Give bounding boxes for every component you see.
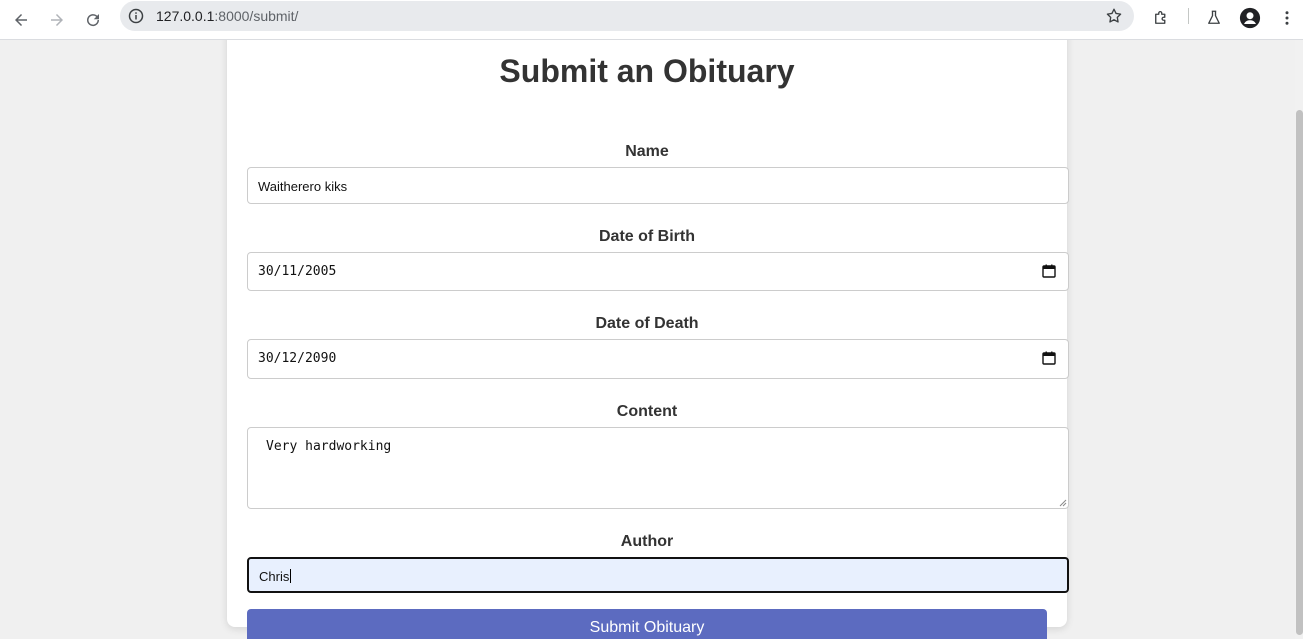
site-info-icon[interactable] <box>126 6 146 26</box>
dob-value: 30/11/2005 <box>258 264 337 279</box>
back-button[interactable] <box>5 4 37 36</box>
page-title: Submit an Obituary <box>499 53 795 89</box>
bookmark-star-icon[interactable] <box>1104 6 1124 26</box>
scrollbar-thumb[interactable] <box>1296 110 1303 635</box>
arrow-left-icon <box>15 14 27 26</box>
forward-button[interactable] <box>41 4 73 36</box>
text-caret <box>290 569 292 583</box>
content-textarea[interactable]: Very hardworking <box>247 427 1069 509</box>
name-label: Name <box>625 143 669 160</box>
resize-handle-icon[interactable] <box>1059 499 1067 507</box>
calendar-icon[interactable] <box>1042 264 1056 278</box>
reload-icon <box>87 14 100 27</box>
avatar-icon <box>1239 7 1261 29</box>
extensions-button[interactable] <box>1147 4 1175 32</box>
url-host: 127.0.0.1 <box>156 8 215 24</box>
dob-label: Date of Birth <box>599 228 695 245</box>
form-card: Submit an Obituary Name Waitherero kiks … <box>227 40 1069 639</box>
dod-value: 30/12/2090 <box>258 351 337 366</box>
toolbar-divider <box>1188 8 1189 24</box>
author-label: Author <box>620 533 674 550</box>
submit-obituary-button[interactable]: Submit Obituary <box>247 609 1047 639</box>
calendar-icon[interactable] <box>1042 351 1056 365</box>
address-bar[interactable]: 127.0.0.1:8000/submit/ <box>120 1 1134 31</box>
labs-button[interactable] <box>1200 4 1228 32</box>
page-viewport: Submit an Obituary Name Waitherero kiks … <box>0 40 1295 639</box>
reload-button[interactable] <box>77 4 109 36</box>
dod-label: Date of Death <box>595 315 699 332</box>
more-vert-icon <box>1285 11 1289 25</box>
url-path: :8000/submit/ <box>214 8 299 24</box>
flask-icon <box>1208 10 1220 24</box>
url-text: 127.0.0.1:8000/submit/ <box>156 8 298 24</box>
author-input[interactable]: Chris <box>247 557 1069 593</box>
content-label: Content <box>616 403 678 420</box>
puzzle-icon <box>1155 11 1166 24</box>
menu-button[interactable] <box>1273 4 1301 32</box>
author-value: Chris <box>259 569 292 584</box>
dod-input[interactable]: 30/12/2090 <box>247 339 1069 379</box>
name-value: Waitherero kiks <box>258 179 348 194</box>
browser-toolbar: 127.0.0.1:8000/submit/ <box>0 0 1303 40</box>
page-scrollbar[interactable] <box>1295 40 1303 639</box>
dob-input[interactable]: 30/11/2005 <box>247 252 1069 291</box>
profile-button[interactable] <box>1236 4 1264 32</box>
name-input[interactable]: Waitherero kiks <box>247 167 1069 204</box>
arrow-right-icon <box>51 14 63 26</box>
author-text: Chris <box>259 569 290 584</box>
content-value: Very hardworking <box>266 439 392 454</box>
